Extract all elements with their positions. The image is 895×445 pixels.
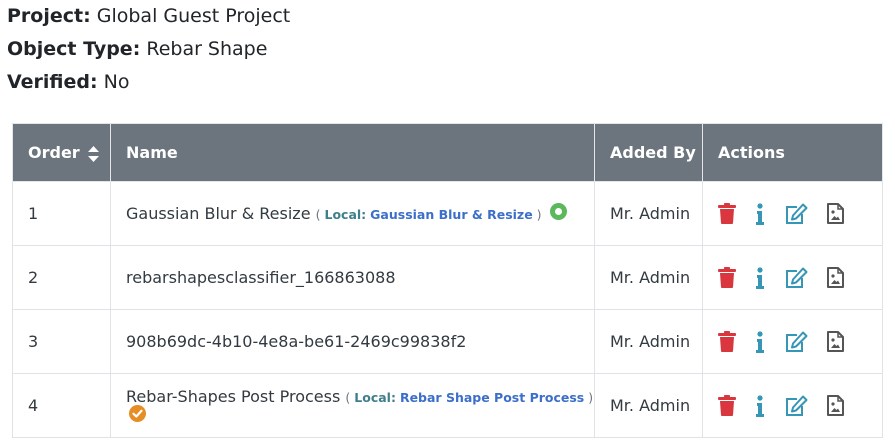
local-close: ) [584,389,594,405]
edit-icon [786,267,808,288]
order-cell: 3 [12,309,111,374]
actions-cell [702,373,883,438]
object-type-value: Rebar Shape [146,38,268,60]
delete-button[interactable] [718,267,736,288]
name-cell: rebarshapesclassifier_166863088 [110,245,595,310]
delete-button[interactable] [718,395,736,416]
verified-value: No [103,71,130,93]
object-name: Rebar-Shapes Post Process [126,386,341,406]
local-label: Local: [354,389,396,405]
delete-button[interactable] [718,331,736,352]
actions-cell [702,309,883,374]
local-open: ( [315,207,325,222]
info-icon [756,330,765,353]
table-header-row: Order Name Added By Actions [12,123,883,182]
edit-button[interactable] [784,331,808,353]
table-row: 1 Gaussian Blur & Resize ( Local: Gaussi… [12,181,883,246]
table-row: 2 rebarshapesclassifier_166863088 Mr. Ad… [12,245,883,310]
file-button[interactable] [827,395,845,416]
completed-status-icon [129,404,146,422]
order-cell: 2 [12,245,111,310]
trash-icon [718,203,736,224]
name-column-header: Name [110,123,595,182]
local-link[interactable]: Gaussian Blur & Resize [370,207,533,222]
project-value: Global Guest Project [96,5,291,27]
delete-button[interactable] [718,203,736,224]
order-cell: 1 [12,181,111,246]
trash-icon [718,395,736,416]
file-image-icon [827,331,845,352]
edit-button[interactable] [784,267,808,289]
local-reference: ( Local: Gaussian Blur & Resize ) [316,207,542,222]
info-button[interactable] [755,266,765,289]
verified-label: Verified: [7,71,98,93]
file-button[interactable] [827,203,845,224]
local-close: ) [532,207,542,222]
info-button[interactable] [755,202,765,225]
info-icon [756,394,765,417]
local-link[interactable]: Rebar Shape Post Process [400,390,584,405]
sort-icon[interactable] [87,145,99,162]
edit-button[interactable] [784,203,808,225]
name-header-label: Name [126,143,178,162]
actions-cell [702,181,883,246]
trash-icon [718,331,736,352]
added-by-cell: Mr. Admin [594,309,703,374]
added-by-header-label: Added By [610,143,696,162]
order-cell: 4 [12,373,111,438]
actions-cell [702,245,883,310]
name-cell: Gaussian Blur & Resize ( Local: Gaussian… [110,181,595,246]
info-icon [756,266,765,289]
file-button[interactable] [827,331,845,352]
active-status-icon [549,203,567,220]
edit-icon [786,395,808,416]
object-name: Gaussian Blur & Resize [126,204,311,223]
info-icon [756,202,765,225]
local-reference: ( Local: Rebar Shape Post Process ) [345,390,593,405]
file-image-icon [827,395,845,416]
local-label: Local: [324,207,367,222]
verified-line: Verified: No [7,71,130,93]
edit-icon [786,203,808,224]
actions-column-header: Actions [702,123,883,182]
local-open: ( [345,389,355,405]
edit-icon [786,331,808,352]
added-by-column-header: Added By [594,123,703,182]
edit-button[interactable] [784,395,808,417]
order-column-header[interactable]: Order [12,123,111,182]
object-type-line: Object Type: Rebar Shape [7,38,267,60]
object-type-label: Object Type: [7,38,141,60]
file-image-icon [827,203,845,224]
added-by-cell: Mr. Admin [594,181,703,246]
table-row: 4 Rebar-Shapes Post Process ( Local: Reb… [12,373,883,438]
pipeline-table: Order Name Added By Actions 1 Gaussian B… [12,123,883,438]
trash-icon [718,267,736,288]
object-name: 908b69dc-4b10-4e8a-be61-2469c99838f2 [126,332,467,351]
project-line: Project: Global Guest Project [7,5,290,27]
actions-header-label: Actions [718,143,785,162]
added-by-cell: Mr. Admin [594,245,703,310]
table-row: 3 908b69dc-4b10-4e8a-be61-2469c99838f2 M… [12,309,883,374]
order-header-label: Order [28,143,80,162]
added-by-cell: Mr. Admin [594,373,703,438]
info-button[interactable] [755,330,765,353]
file-image-icon [827,267,845,288]
name-cell: Rebar-Shapes Post Process ( Local: Rebar… [110,373,595,438]
name-cell: 908b69dc-4b10-4e8a-be61-2469c99838f2 [110,309,595,374]
project-label: Project: [7,5,91,27]
object-name: rebarshapesclassifier_166863088 [126,268,396,287]
info-button[interactable] [755,394,765,417]
file-button[interactable] [827,267,845,288]
